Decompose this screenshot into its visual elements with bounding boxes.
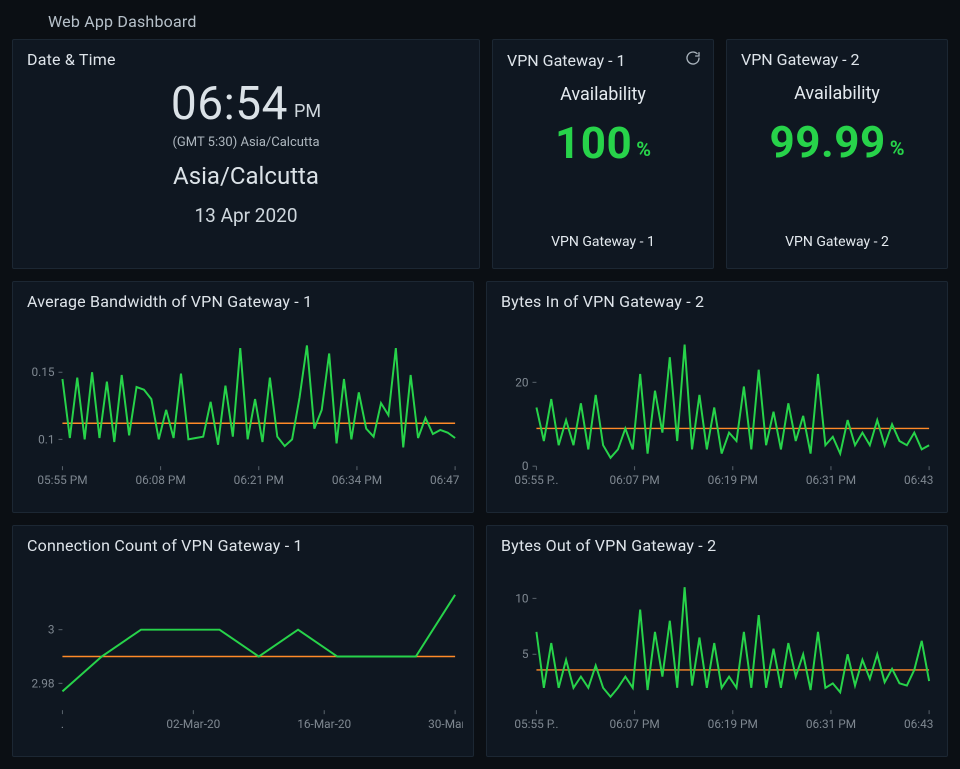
availability-label: Availability [560, 84, 646, 105]
vpn1-panel: VPN Gateway - 1 Availability 100 % VPN G… [492, 39, 714, 269]
svg-text:06:43 PM: 06:43 PM [904, 473, 937, 487]
bytes-in-vpn2-panel: Bytes In of VPN Gateway - 2 0 20 05:55 P..… [486, 281, 948, 513]
percent-icon: % [890, 136, 905, 160]
svg-text:06:43 PM: 06:43 PM [904, 717, 937, 731]
svg-text:5: 5 [522, 647, 529, 661]
clock-ampm: PM [294, 103, 321, 121]
timezone-line: (GMT 5:30) Asia/Calcutta [172, 135, 319, 150]
availability-value: 99.99 [769, 116, 885, 168]
panel-footer: VPN Gateway - 2 [785, 234, 889, 250]
bytes-in-vpn2-chart[interactable]: 0 20 05:55 P.. 06:07 PM 06:19 PM 06:31 PM 06:4… [495, 317, 937, 495]
svg-text:06:07 PM: 06:07 PM [610, 717, 660, 731]
percent-icon: % [636, 137, 651, 161]
panel-footer: VPN Gateway - 1 [551, 234, 655, 250]
svg-text:.: . [61, 717, 64, 731]
city-line: Asia/Calcutta [173, 162, 319, 190]
svg-text:0: 0 [522, 459, 529, 473]
svg-text:06:34 PM: 06:34 PM [332, 473, 382, 487]
bytes-out-vpn2-panel: Bytes Out of VPN Gateway - 2 5 10 05:55 P.… [486, 525, 948, 757]
svg-text:16-Mar-20: 16-Mar-20 [297, 717, 351, 731]
panel-title: Bytes In of VPN Gateway - 2 [487, 282, 947, 311]
panel-title: Date & Time [13, 40, 479, 73]
svg-text:3: 3 [48, 623, 55, 637]
svg-text:02-Mar-20: 02-Mar-20 [166, 717, 220, 731]
clock-time: 06:54 [171, 81, 288, 127]
svg-text:06:47 PM: 06:47 PM [430, 473, 463, 487]
dashboard-title: Web App Dashboard [12, 8, 948, 39]
panel-title: Bytes Out of VPN Gateway - 2 [487, 526, 947, 555]
svg-text:06:19 PM: 06:19 PM [708, 717, 758, 731]
svg-text:0.15: 0.15 [31, 365, 54, 379]
svg-text:06:08 PM: 06:08 PM [136, 473, 186, 487]
avg-bandwidth-vpn1-panel: Average Bandwidth of VPN Gateway - 1 0.1… [12, 281, 474, 513]
svg-text:06:07 PM: 06:07 PM [610, 473, 660, 487]
svg-text:2.98: 2.98 [31, 676, 54, 690]
availability-label: Availability [794, 83, 880, 104]
svg-text:0.1: 0.1 [38, 432, 54, 446]
panel-title: Connection Count of VPN Gateway - 1 [13, 526, 473, 555]
bytes-out-vpn2-chart[interactable]: 5 10 05:55 P.. 06:07 PM 06:19 PM 06:31 PM 06:4… [495, 561, 937, 739]
svg-text:06:19 PM: 06:19 PM [708, 473, 758, 487]
svg-text:06:31 PM: 06:31 PM [806, 717, 856, 731]
svg-text:05:55 PM: 05:55 PM [37, 473, 87, 487]
svg-text:05:55 P..: 05:55 P.. [514, 717, 558, 731]
svg-text:30-Mar-20: 30-Mar-20 [428, 717, 463, 731]
availability-value: 100 [555, 117, 632, 169]
vpn2-panel: VPN Gateway - 2 Availability 99.99 % VPN… [726, 39, 948, 269]
panel-title: Average Bandwidth of VPN Gateway - 1 [13, 282, 473, 311]
panel-title: VPN Gateway - 2 [741, 50, 860, 69]
datetime-panel: Date & Time 06:54 PM (GMT 5:30) Asia/Cal… [12, 39, 480, 269]
panel-title: VPN Gateway - 1 [507, 51, 626, 70]
svg-text:06:31 PM: 06:31 PM [806, 473, 856, 487]
conn-count-vpn1-panel: Connection Count of VPN Gateway - 1 2.98… [12, 525, 474, 757]
date-line: 13 Apr 2020 [195, 204, 298, 227]
svg-text:05:55 P..: 05:55 P.. [514, 473, 558, 487]
refresh-icon[interactable] [685, 50, 701, 70]
svg-text:10: 10 [515, 591, 528, 605]
svg-text:06:21 PM: 06:21 PM [234, 473, 284, 487]
svg-text:20: 20 [515, 375, 528, 389]
conn-count-vpn1-chart[interactable]: 2.98 3. 02-Mar-20 16-Mar-20 30-Mar-20 [21, 561, 463, 739]
avg-bandwidth-vpn1-chart[interactable]: 0.1 0.15 05:55 PM 06:08 PM 06:21 PM 06:34 PM 0… [21, 317, 463, 495]
